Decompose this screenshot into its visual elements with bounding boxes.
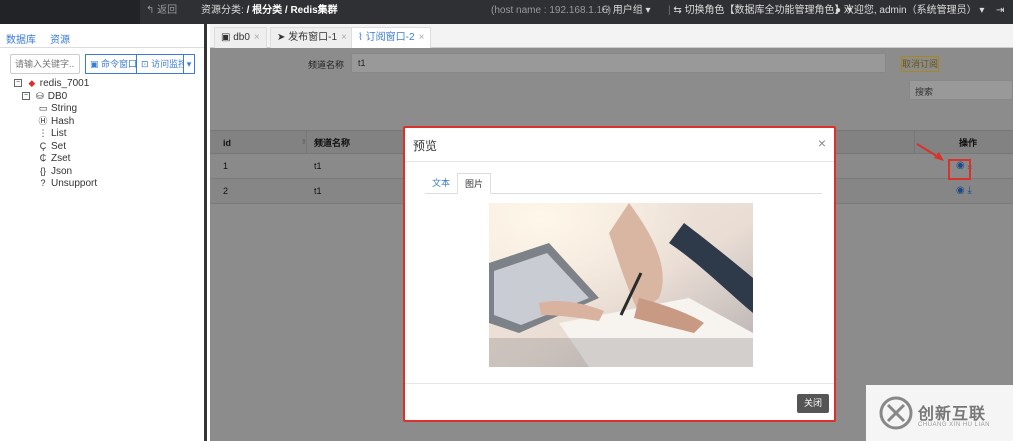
brand-logo-icon xyxy=(879,396,913,430)
highlight-box xyxy=(948,159,971,180)
switch-role-menu[interactable]: | ⇆ 切换角色【数据库全功能管理角色】 ▾ xyxy=(668,0,852,24)
logout-icon[interactable]: ⇥ xyxy=(996,0,1004,24)
top-bar: ↰ 返回 资源分类: / 根分类 / Redis集群 (host name : … xyxy=(0,0,1013,24)
watermark-subtext: CHUANG XIN HU LIAN xyxy=(918,422,991,428)
tree-node-string[interactable]: ▭ String xyxy=(14,102,97,115)
back-link[interactable]: ↰ 返回 xyxy=(146,0,177,24)
preview-tabs: 文本 图片 xyxy=(425,173,822,194)
annotation-arrow-icon xyxy=(916,143,944,161)
col-action: 操作 xyxy=(959,138,978,148)
channel-label: 频道名称 xyxy=(308,60,345,70)
col-id[interactable]: id xyxy=(223,131,231,153)
redis-icon: ◆ xyxy=(28,78,36,88)
terminal-icon: ▣ xyxy=(221,32,231,43)
topbar-logo-area xyxy=(0,0,140,24)
sidebar-splitter[interactable] xyxy=(204,24,207,441)
string-type-icon: ▭ xyxy=(38,103,48,113)
modal-title: 预览 xyxy=(413,139,438,153)
sidebar: 数据库 资源 ▣ 命令窗口 ⊡ 访问监控 ▾ − ◆redis_7001 − ⛁… xyxy=(0,24,207,441)
sidebar-tabs: 数据库 资源 xyxy=(0,24,207,48)
watermark-logo: 创新互联 CHUANG XIN HU LIAN xyxy=(866,385,1013,441)
collapse-icon[interactable]: − xyxy=(14,79,22,88)
database-icon: ⛁ xyxy=(36,90,44,101)
rss-icon: ⌇ xyxy=(358,32,363,43)
send-icon: ➤ xyxy=(277,32,286,43)
back-icon: ↰ xyxy=(146,5,155,16)
row-channel: t1 xyxy=(314,186,322,196)
watermark-text: 创新互联 xyxy=(918,406,987,423)
zset-type-icon: ₵ xyxy=(39,153,47,163)
user-group-menu[interactable]: ⚇ 用户组 ▾ xyxy=(601,0,651,24)
collapse-icon[interactable]: − xyxy=(22,91,30,100)
dropdown-toggle-button[interactable]: ▾ xyxy=(183,54,195,74)
preview-image xyxy=(489,203,753,367)
hash-type-icon: Ⓗ xyxy=(38,115,48,126)
resource-tree: − ◆ redis_7001 − ⛁ DB0 ▭ String Ⓗ Hash ⋮ List… xyxy=(14,77,97,190)
eye-icon[interactable]: ◉ xyxy=(956,185,965,196)
row-id: 2 xyxy=(223,186,229,196)
question-icon: ? xyxy=(40,178,46,188)
divider-icon: | xyxy=(668,5,671,16)
set-type-icon: Ç xyxy=(39,140,47,151)
download-icon[interactable]: ⤓ xyxy=(968,185,972,196)
close-icon[interactable]: × xyxy=(818,135,826,151)
column-divider xyxy=(306,131,307,153)
tree-node-db0[interactable]: − ⛁ DB0 xyxy=(14,90,97,103)
modal-footer: 关闭 xyxy=(405,383,834,420)
user-icon: ● xyxy=(835,5,842,16)
tab-text[interactable]: 文本 xyxy=(425,173,457,194)
tab-database[interactable]: 数据库 xyxy=(6,31,36,46)
col-channel[interactable]: 频道名称 xyxy=(314,131,350,153)
close-icon[interactable]: × xyxy=(341,32,347,43)
tab-db0[interactable]: ▣ db0 × xyxy=(214,27,267,48)
host-name: (host name : 192.168.1.16) xyxy=(491,5,612,16)
unsubscribe-button[interactable]: 取消订阅 xyxy=(901,56,939,72)
tab-subscribe[interactable]: ⌇ 订阅窗口-2 × xyxy=(351,27,432,48)
command-window-button[interactable]: ▣ 命令窗口 xyxy=(85,54,143,74)
category-breadcrumb: 资源分类: / 根分类 / Redis集群 xyxy=(201,5,338,16)
close-icon[interactable]: × xyxy=(254,32,260,43)
tab-resource[interactable]: 资源 xyxy=(50,31,70,46)
monitor-icon: ⊡ xyxy=(141,59,149,69)
row-channel: t1 xyxy=(314,161,322,171)
switch-icon: ⇆ xyxy=(673,5,682,16)
tab-image[interactable]: 图片 xyxy=(457,173,492,194)
tab-publish[interactable]: ➤ 发布窗口-1 × xyxy=(270,27,354,48)
row-id: 1 xyxy=(223,161,229,171)
users-icon: ⚇ xyxy=(601,5,610,16)
caret-down-icon: ▾ xyxy=(645,5,651,16)
channel-input[interactable]: t1 xyxy=(351,53,886,73)
tree-node-zset[interactable]: ₵ Zset xyxy=(14,152,97,165)
terminal-icon: ▣ xyxy=(90,59,99,69)
tree-node-json[interactable]: {} Json xyxy=(14,165,97,178)
list-type-icon: ⋮ xyxy=(38,128,48,138)
json-type-icon: {} xyxy=(39,165,46,176)
window-tabs: ▣ db0 × ➤ 发布窗口-1 × ⌇ 订阅窗口-2 × xyxy=(210,24,1013,48)
close-icon[interactable]: × xyxy=(419,32,425,43)
preview-modal: 预览 × 文本 图片 关闭 xyxy=(403,126,836,422)
tree-node-list[interactable]: ⋮ List xyxy=(14,127,97,140)
tree-node-redis[interactable]: − ◆ redis_7001 xyxy=(14,77,97,90)
table-search-input[interactable]: 搜索 xyxy=(909,80,1013,100)
modal-header: 预览 × xyxy=(405,128,834,162)
user-menu[interactable]: ● 欢迎您, admin（系统管理员） ▾ xyxy=(835,0,984,24)
keyword-search-input[interactable] xyxy=(10,54,80,74)
caret-down-icon: ▾ xyxy=(979,5,985,16)
tree-node-hash[interactable]: Ⓗ Hash xyxy=(14,115,97,128)
caret-down-icon: ▾ xyxy=(186,59,192,69)
close-button[interactable]: 关闭 xyxy=(797,394,829,413)
tree-node-unsupport[interactable]: ? Unsupport xyxy=(14,177,97,190)
tree-node-set[interactable]: Ç Set xyxy=(14,140,97,153)
